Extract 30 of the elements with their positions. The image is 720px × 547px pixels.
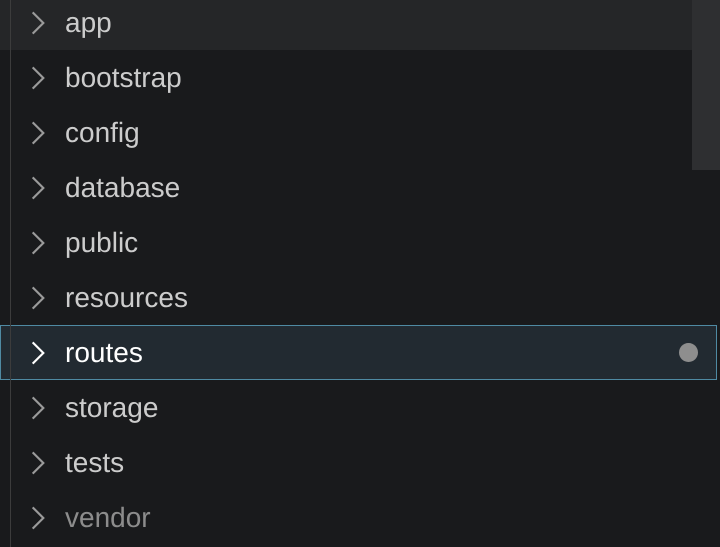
folder-row[interactable]: routes: [0, 325, 717, 380]
chevron-right-icon: [31, 396, 45, 420]
folder-name: bootstrap: [65, 62, 182, 94]
folder-row[interactable]: config: [0, 105, 692, 160]
folder-name: storage: [65, 392, 158, 424]
folder-row[interactable]: storage: [0, 380, 692, 435]
chevron-right-icon: [31, 230, 45, 254]
folder-name: config: [65, 116, 140, 148]
folder-row[interactable]: public: [0, 215, 692, 270]
chevron-right-icon: [31, 66, 45, 90]
chevron-right-icon: [31, 10, 45, 34]
folder-name: database: [65, 172, 180, 204]
folder-row[interactable]: app: [0, 0, 692, 50]
folder-row[interactable]: bootstrap: [0, 50, 692, 105]
chevron-right-icon: [31, 176, 45, 200]
folder-row[interactable]: vendor: [0, 490, 692, 545]
chevron-right-icon: [31, 120, 45, 144]
chevron-right-icon: [31, 340, 45, 364]
folder-name: tests: [65, 446, 124, 478]
chevron-right-icon: [31, 506, 45, 530]
chevron-right-icon: [31, 450, 45, 474]
folder-row[interactable]: resources: [0, 270, 692, 325]
folder-name: resources: [65, 282, 188, 314]
chevron-right-icon: [31, 286, 45, 310]
folder-name: public: [65, 226, 138, 258]
folder-name: app: [65, 6, 112, 38]
folder-name: routes: [65, 336, 143, 368]
folder-row[interactable]: database: [0, 160, 692, 215]
folder-name: vendor: [65, 502, 151, 534]
folder-row[interactable]: tests: [0, 435, 692, 490]
